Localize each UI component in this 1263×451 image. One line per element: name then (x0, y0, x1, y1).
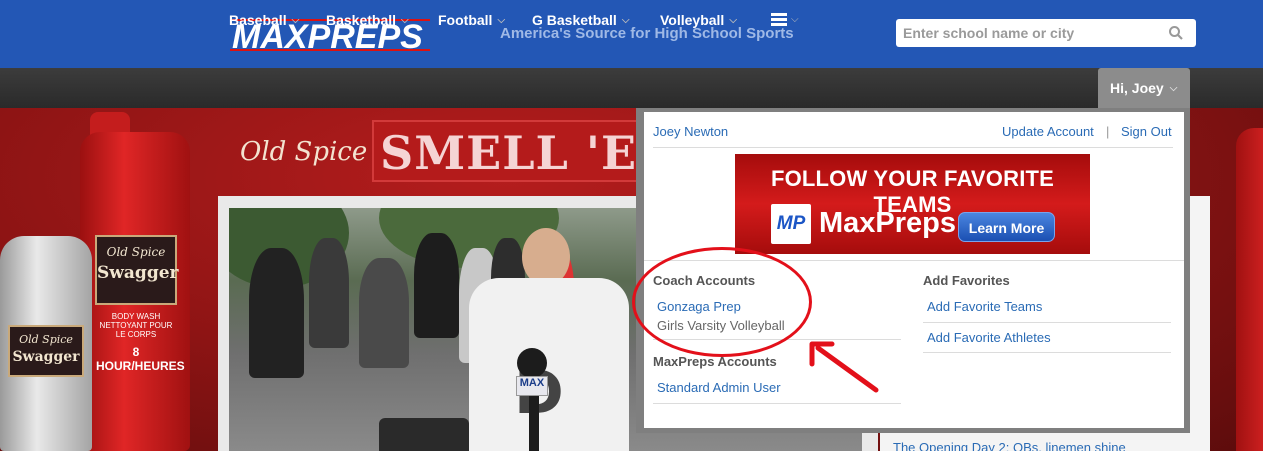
product-label: Old Spice Swagger (95, 235, 179, 305)
school-search[interactable] (896, 19, 1196, 47)
bystander-image (309, 238, 349, 348)
headline-link[interactable]: The Opening Day 2: QBs, linemen shine (893, 440, 1126, 451)
chevron-down-icon: ⌵ (1169, 82, 1178, 94)
mp-logo-icon: MP (771, 204, 811, 244)
user-menu-button[interactable]: Hi, Joey ⌵ (1098, 68, 1190, 108)
microphone-head-image (517, 348, 547, 378)
nav-label: Baseball (229, 12, 287, 28)
chevron-down-icon: ⌵ (621, 14, 630, 26)
learn-more-button[interactable]: Learn More (958, 212, 1055, 242)
camera-image (379, 418, 469, 451)
bystander-image (359, 258, 409, 368)
ad-headline: SMELL 'EM (372, 120, 642, 182)
bystander-image (249, 248, 304, 378)
search-icon[interactable] (1168, 25, 1184, 41)
nav-football[interactable]: Football ⌵ (438, 12, 505, 28)
chevron-down-icon: ⌵ (729, 14, 737, 26)
nav-volleyball[interactable]: Volleyball ⌵ (660, 12, 737, 28)
bystander-image (414, 233, 459, 338)
right-bottle-image (1236, 128, 1263, 451)
divider (923, 322, 1171, 323)
chevron-down-icon: ⌵ (291, 14, 300, 26)
add-favorites-heading: Add Favorites (923, 273, 1010, 288)
chevron-down-icon: ⌵ (497, 14, 506, 26)
more-sports-menu[interactable]: ⌵ (771, 13, 799, 26)
divider (653, 147, 1173, 148)
highlight-circle-annotation (632, 247, 812, 357)
nav-basketball[interactable]: Basketball ⌵ (326, 12, 409, 28)
chevron-down-icon: ⌵ (791, 14, 799, 25)
product-type-text: BODY WASH NETTOYANT POUR LE CORPS (99, 312, 173, 339)
ad-brand: Old Spice (240, 137, 368, 167)
microphone-flag: MAX (516, 376, 548, 396)
divider (923, 352, 1171, 353)
sport-nav-bar (0, 68, 1263, 108)
search-input[interactable] (896, 19, 1156, 47)
arrow-annotation (809, 341, 879, 393)
update-account-link[interactable]: Update Account (1002, 124, 1094, 139)
label-product: Swagger (97, 263, 179, 283)
follow-teams-banner[interactable]: FOLLOW YOUR FAVORITE TEAMS MP MaxPreps L… (735, 154, 1090, 254)
hamburger-icon (771, 13, 787, 26)
sign-out-link[interactable]: Sign Out (1121, 124, 1172, 139)
nav-label: Basketball (326, 12, 397, 28)
user-greeting: Hi, Joey (1110, 80, 1164, 96)
nav-baseball[interactable]: Baseball ⌵ (229, 12, 299, 28)
add-favorite-teams-link[interactable]: Add Favorite Teams (927, 299, 1042, 314)
label-brand: Old Spice (106, 245, 166, 259)
banner-brand: MaxPreps (819, 207, 957, 239)
admin-user-link[interactable]: Standard Admin User (657, 380, 781, 395)
label-product: Swagger (12, 349, 80, 365)
user-name-link[interactable]: Joey Newton (653, 124, 728, 139)
nav-label: Volleyball (660, 12, 725, 28)
add-favorite-athletes-link[interactable]: Add Favorite Athletes (927, 330, 1051, 345)
product-claim: 8 HOUR/HEURES (96, 345, 185, 373)
nav-label: Football (438, 12, 493, 28)
deodorant-label: Old Spice Swagger (8, 325, 84, 377)
divider (653, 403, 901, 404)
label-brand: Old Spice (19, 333, 73, 346)
nav-g-basketball[interactable]: G Basketball ⌵ (532, 12, 629, 28)
chevron-down-icon: ⌵ (401, 14, 409, 26)
link-separator: | (1106, 124, 1110, 139)
nav-label: G Basketball (532, 12, 617, 28)
